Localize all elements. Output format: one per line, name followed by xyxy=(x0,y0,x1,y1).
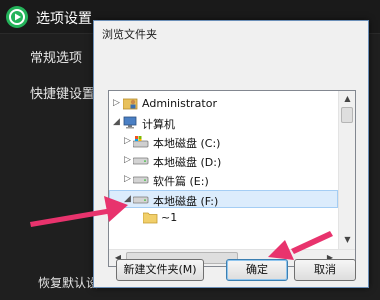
annotation-arrow-to-drive-f xyxy=(30,196,128,227)
annotation-arrows xyxy=(30,196,333,260)
annotation-arrow-to-ok-button xyxy=(268,231,333,260)
